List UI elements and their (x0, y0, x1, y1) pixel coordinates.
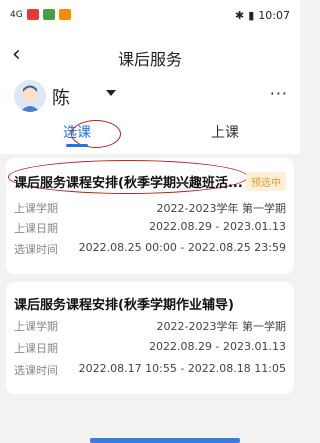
row-label: 选课时间 (14, 364, 58, 377)
bluetooth-icon: ✱ (235, 9, 245, 22)
app-icon (58, 9, 71, 20)
status-badge: 预选中 (246, 172, 286, 191)
row-label: 上课日期 (14, 222, 58, 235)
user-name[interactable]: 陈 (52, 84, 70, 110)
info-row: 上课学期 2022-2023学年 第一学期 (12, 318, 288, 336)
info-row: 上课日期 2022.08.29 - 2023.01.13 (12, 340, 288, 358)
clock: 10:07 (258, 9, 290, 22)
avatar[interactable] (14, 80, 46, 112)
row-value: 2022.08.17 10:55 - 2022.08.18 11:05 (78, 362, 286, 375)
message-icon (42, 9, 55, 20)
more-icon[interactable]: ··· (270, 84, 288, 103)
avatar-icon (14, 80, 46, 112)
tab-label: 上课 (211, 125, 239, 141)
tab-active-indicator (66, 144, 88, 147)
chevron-down-icon[interactable] (106, 90, 116, 96)
signal-label: 4G (10, 9, 23, 20)
info-row: 选课时间 2022.08.25 00:00 - 2022.08.25 23:59 (12, 241, 288, 259)
row-value: 2022.08.29 - 2023.01.13 (149, 340, 286, 353)
info-row: 选课时间 2022.08.17 10:55 - 2022.08.18 11:05 (12, 362, 288, 380)
card-title: 课后服务课程安排(秋季学期兴趣班活... (14, 176, 243, 191)
battery-icon: ▮ (248, 9, 255, 22)
info-row: 上课学期 2022-2023学年 第一学期 (12, 200, 288, 218)
row-value: 2022.08.25 00:00 - 2022.08.25 23:59 (78, 241, 286, 254)
status-bar: 4G ✱ ▮ 10:07 (0, 0, 300, 40)
user-row: 陈 ··· (0, 72, 300, 120)
bottom-scroll-hint (90, 438, 240, 443)
status-right: ✱ ▮ 10:07 (235, 9, 290, 22)
course-card[interactable]: 课后服务课程安排(秋季学期作业辅导) 上课学期 2022-2023学年 第一学期… (6, 282, 294, 394)
notification-icon (26, 9, 39, 20)
page-title: 课后服务 (117, 50, 182, 69)
tab-bar: 选课 上课 (0, 120, 300, 154)
row-value: 2022-2023学年 第一学期 (156, 320, 286, 333)
row-label: 上课日期 (14, 342, 58, 355)
course-card[interactable]: 课后服务课程安排(秋季学期兴趣班活... 预选中 上课学期 2022-2023学… (6, 158, 294, 274)
row-label: 上课学期 (14, 202, 58, 215)
row-value: 2022-2023学年 第一学期 (156, 202, 286, 215)
row-label: 选课时间 (14, 243, 58, 256)
row-label: 上课学期 (14, 320, 58, 333)
info-row: 上课日期 2022.08.29 - 2023.01.13 (12, 220, 288, 238)
row-value: 2022.08.29 - 2023.01.13 (149, 220, 286, 233)
nav-bar: ‹ 课后服务 (0, 40, 300, 72)
card-title: 课后服务课程安排(秋季学期作业辅导) (14, 298, 234, 313)
status-left: 4G (10, 9, 71, 20)
tab-attend-class[interactable]: 上课 (150, 122, 300, 142)
